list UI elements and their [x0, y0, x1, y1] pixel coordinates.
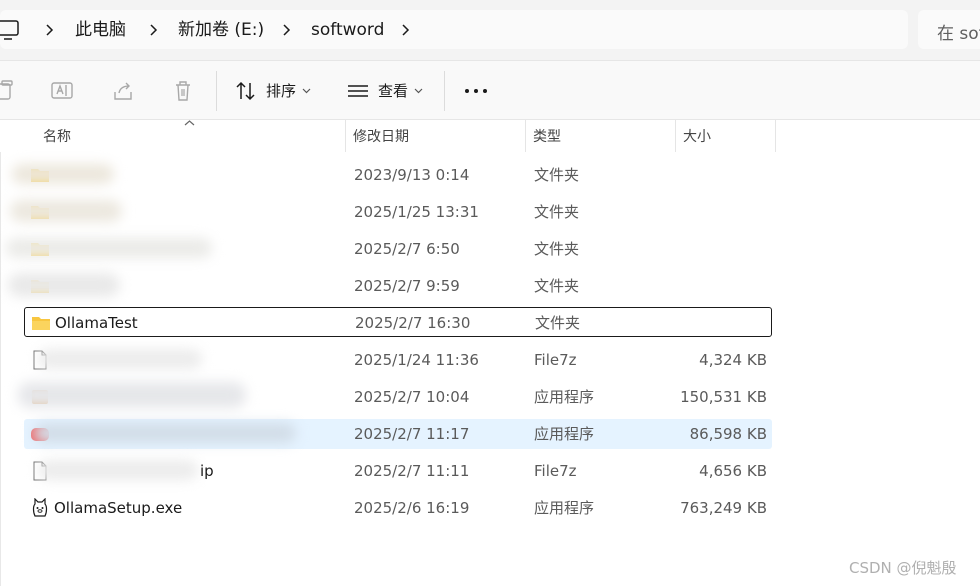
- chevron-down-icon[interactable]: [302, 88, 311, 94]
- file-size: 763,249 KB: [680, 499, 767, 517]
- file-name: ip: [200, 462, 214, 480]
- file-date: 2025/1/24 11:36: [354, 351, 479, 369]
- file-row-ollamasetup[interactable]: OllamaSetup.exe 2025/2/6 16:19 应用程序 763,…: [24, 493, 772, 523]
- address-bar-row: 此电脑 新加卷 (E:) softword 在 sof: [0, 0, 980, 60]
- breadcrumb-drive-e[interactable]: 新加卷 (E:): [178, 18, 264, 42]
- redacted-name: [12, 164, 114, 184]
- breadcrumb-softword[interactable]: softword: [311, 18, 384, 42]
- sort-ascending-icon: [184, 120, 195, 126]
- folder-icon: [32, 317, 50, 330]
- column-header-date[interactable]: 修改日期: [353, 126, 409, 146]
- file-date: 2025/2/6 16:19: [354, 499, 470, 517]
- redacted-name: [38, 460, 198, 480]
- column-divider[interactable]: [525, 120, 526, 152]
- file-date: 2025/2/7 16:30: [355, 314, 471, 332]
- file-date: 2025/2/7 9:59: [354, 277, 460, 295]
- chevron-right-icon[interactable]: [399, 22, 413, 38]
- file-date: 2025/1/25 13:31: [354, 203, 479, 221]
- copy-icon[interactable]: [0, 80, 16, 102]
- redacted-name: [6, 238, 212, 258]
- file-row[interactable]: 2023/9/13 0:14 文件夹: [12, 160, 772, 190]
- breadcrumb-this-pc[interactable]: 此电脑: [75, 18, 126, 42]
- redacted-name: [10, 200, 122, 222]
- file-date: 2025/2/7 6:50: [354, 240, 460, 258]
- sort-button[interactable]: 排序: [266, 80, 296, 102]
- file-type: 应用程序: [534, 388, 595, 406]
- address-bar[interactable]: [0, 10, 908, 49]
- file-type: 应用程序: [534, 425, 595, 443]
- search-input[interactable]: 在 sof: [918, 10, 980, 49]
- file-type: File7z: [534, 351, 577, 369]
- redacted-name: [8, 273, 120, 297]
- file-row[interactable]: 2025/2/7 9:59 文件夹: [8, 271, 772, 301]
- file-row[interactable]: 2025/2/7 6:50 文件夹: [6, 234, 772, 264]
- view-icon[interactable]: [347, 80, 369, 102]
- file-type: 文件夹: [534, 166, 580, 184]
- chevron-right-icon[interactable]: [43, 22, 57, 38]
- column-divider[interactable]: [345, 120, 346, 152]
- file-list: 2023/9/13 0:14 文件夹 2025/1/25 13:31 文件夹 2…: [0, 152, 980, 586]
- file-date: 2023/9/13 0:14: [354, 166, 470, 184]
- file-row-ollamatest[interactable]: OllamaTest 2025/2/7 16:30 文件夹: [24, 307, 772, 337]
- file-row[interactable]: 2025/2/7 10:04 应用程序 150,531 KB: [18, 382, 772, 412]
- column-header-type[interactable]: 类型: [533, 126, 561, 146]
- file-size: 150,531 KB: [680, 388, 767, 406]
- file-type: 文件夹: [534, 203, 580, 221]
- redacted-name: [34, 423, 296, 443]
- this-pc-icon[interactable]: [0, 20, 20, 40]
- file-size: 4,324 KB: [699, 351, 767, 369]
- file-size: 86,598 KB: [689, 425, 767, 443]
- file-name: OllamaTest: [55, 314, 138, 332]
- file-type: File7z: [534, 462, 577, 480]
- command-bar: 排序 查看: [0, 60, 980, 120]
- view-button[interactable]: 查看: [378, 80, 408, 102]
- chevron-right-icon[interactable]: [280, 22, 294, 38]
- file-name: OllamaSetup.exe: [54, 499, 183, 517]
- toolbar-separator: [216, 71, 217, 111]
- file-explorer-window: 此电脑 新加卷 (E:) softword 在 sof 排序 查看 名称 修改日…: [0, 0, 980, 586]
- file-date: 2025/2/7 10:04: [354, 388, 470, 406]
- column-divider[interactable]: [675, 120, 676, 152]
- redacted-name: [38, 349, 202, 369]
- sort-icon[interactable]: [235, 80, 257, 102]
- file-type: 文件夹: [534, 240, 580, 258]
- column-header-row: 名称 修改日期 类型 大小: [0, 120, 980, 152]
- file-row-selected[interactable]: 2025/2/7 11:17 应用程序 86,598 KB: [24, 419, 772, 449]
- file-date: 2025/2/7 11:11: [354, 462, 470, 480]
- chevron-down-icon[interactable]: [414, 88, 423, 94]
- share-icon[interactable]: [112, 80, 134, 102]
- file-size: 4,656 KB: [699, 462, 767, 480]
- file-type: 文件夹: [534, 277, 580, 295]
- chevron-right-icon[interactable]: [147, 22, 161, 38]
- column-header-size[interactable]: 大小: [683, 126, 711, 146]
- search-placeholder: 在 sof: [937, 24, 980, 44]
- rename-icon[interactable]: [51, 80, 73, 102]
- ollama-icon: [32, 498, 48, 517]
- file-row[interactable]: ip 2025/2/7 11:11 File7z 4,656 KB: [24, 456, 772, 486]
- file-type: 应用程序: [534, 499, 595, 517]
- redacted-name: [18, 382, 246, 408]
- column-header-name[interactable]: 名称: [43, 126, 71, 146]
- delete-icon[interactable]: [172, 80, 194, 102]
- file-row[interactable]: 2025/1/25 13:31 文件夹: [10, 197, 772, 227]
- toolbar-separator: [444, 71, 445, 111]
- more-options-icon[interactable]: [464, 89, 488, 95]
- watermark-text: CSDN @倪魁殷: [849, 559, 957, 577]
- file-type: 文件夹: [535, 314, 581, 332]
- file-row[interactable]: 2025/1/24 11:36 File7z 4,324 KB: [24, 345, 772, 375]
- column-divider[interactable]: [775, 120, 776, 152]
- file-date: 2025/2/7 11:17: [354, 425, 470, 443]
